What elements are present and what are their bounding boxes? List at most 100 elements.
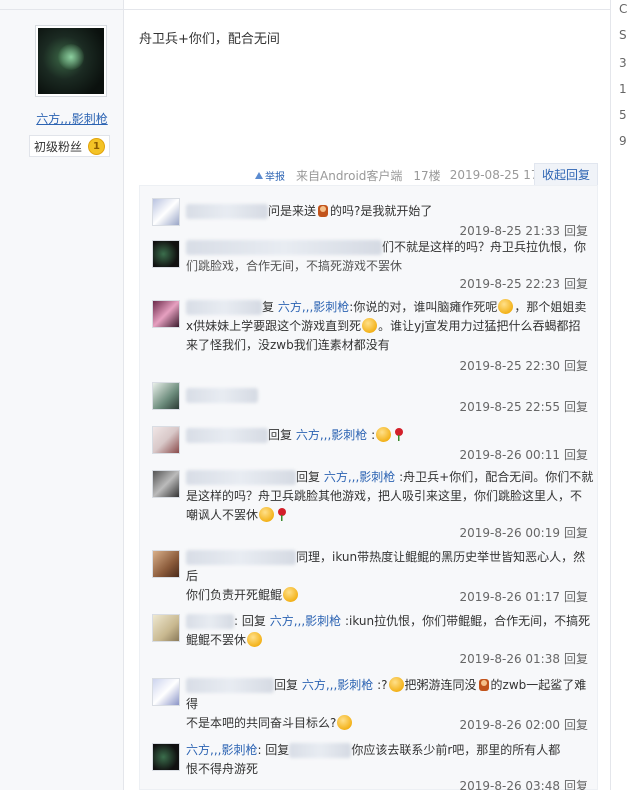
post-content: 舟卫兵+你们，配合无间 xyxy=(139,32,280,47)
smile-emoji-icon xyxy=(388,677,404,692)
smile-emoji-icon xyxy=(247,632,263,647)
smile-emoji-icon xyxy=(376,427,392,442)
list-item: 2019-8-25 22:55 回复 xyxy=(152,382,592,418)
reply-text: 回复 六方,,,影刺枪 :舟卫兵+你们，配合无间。你们不就 是这样的吗？舟卫兵跳… xyxy=(186,470,594,522)
divider xyxy=(124,9,610,10)
reply-meta: 2019-8-26 01:38 回复 xyxy=(459,650,588,667)
rose-emoji-icon xyxy=(275,507,288,522)
avatar[interactable] xyxy=(152,300,180,328)
avatar[interactable] xyxy=(152,426,180,454)
reply-meta: 2019-8-25 21:33 回复 xyxy=(459,222,588,239)
flag-emoji-icon xyxy=(316,203,330,218)
rose-emoji-icon xyxy=(392,427,405,442)
author-column: 六方,,,影刺枪 初级粉丝 1 xyxy=(0,0,124,790)
reply-author-link[interactable]: 六方,,,影刺枪 xyxy=(186,743,257,757)
sidebar-char: 9 xyxy=(619,134,627,148)
avatar[interactable] xyxy=(152,470,180,498)
reply-time: 2019-8-25 21:33 xyxy=(459,224,560,238)
list-item: 复 六方,,,影刺枪:你说的对，谁叫脑瘫作死呢 ，那个姐姐卖 x供妹妹上学要跟这个… xyxy=(152,298,592,378)
reply-meta: 2019-8-26 03:48 回复 xyxy=(459,777,588,790)
reply-button[interactable]: 回复 xyxy=(564,652,588,666)
warning-icon xyxy=(255,171,263,179)
avatar[interactable] xyxy=(152,678,180,706)
client-source: 来自Android客户端 xyxy=(296,168,403,183)
sidebar-char: 5 xyxy=(619,108,627,122)
smile-emoji-icon xyxy=(283,587,299,602)
username-blurred[interactable] xyxy=(186,550,296,565)
reply-meta: 2019-8-26 00:11 回复 xyxy=(459,446,588,463)
reply-time: 2019-8-25 22:23 xyxy=(459,277,560,291)
flag-emoji-icon xyxy=(477,677,491,692)
list-item: 回复 六方,,,影刺枪 : 2019-8-26 00:11 回复 xyxy=(152,426,592,462)
reply-time: 2019-8-26 03:48 xyxy=(459,779,560,790)
reply-target-link[interactable]: 六方,,,影刺枪 xyxy=(296,428,367,442)
smile-emoji-icon xyxy=(498,299,514,314)
list-item: : 回复 六方,,,影刺枪 :ikun拉仇恨，你们带鲲鲲，合作无间，不搞死 鲲鲲… xyxy=(152,612,592,668)
author-name-link[interactable]: 六方,,,影刺枪 xyxy=(0,110,144,127)
avatar[interactable] xyxy=(152,743,180,771)
collapse-replies-button[interactable]: 收起回复 xyxy=(534,163,598,185)
report-link[interactable]: 举报 xyxy=(255,168,285,183)
divider xyxy=(0,9,124,10)
reply-button[interactable]: 回复 xyxy=(564,359,588,373)
reply-meta: 2019-8-26 01:17 回复 xyxy=(459,588,588,605)
reply-time: 2019-8-26 01:38 xyxy=(459,652,560,666)
avatar[interactable] xyxy=(152,240,180,268)
smile-emoji-icon xyxy=(259,507,275,522)
smile-emoji-icon xyxy=(337,715,353,730)
avatar[interactable] xyxy=(152,550,180,578)
username-blurred[interactable] xyxy=(289,743,352,758)
right-sidebar-edge: C S 3 1 5 9 xyxy=(610,0,627,790)
reply-target-link[interactable]: 六方,,,影刺枪 xyxy=(324,470,395,484)
avatar[interactable] xyxy=(152,198,180,226)
username-blurred[interactable] xyxy=(186,678,274,693)
reply-text: 六方,,,影刺枪: 回复 你应该去联系少前r吧，那里的所有人都 恨不得舟游死 xyxy=(186,743,561,776)
username-blurred[interactable] xyxy=(186,470,296,485)
username-blurred[interactable] xyxy=(186,240,382,255)
reply-button[interactable]: 回复 xyxy=(564,779,588,790)
list-item: 回复 六方,,,影刺枪 :舟卫兵+你们，配合无间。你们不就 是这样的吗？舟卫兵跳… xyxy=(152,468,594,541)
sidebar-char: 1 xyxy=(619,82,627,96)
reply-text: 们不就是这样的吗？舟卫兵拉仇恨，你 们跳脸戏，合作无间，不搞死游戏不罢休 xyxy=(186,240,587,273)
username-blurred[interactable] xyxy=(186,300,262,315)
reply-target-link[interactable]: 六方,,,影刺枪 xyxy=(302,678,373,692)
sidebar-char: 3 xyxy=(619,56,627,70)
list-item: 回复 六方,,,影刺枪 :? 把粥游连同没 的zwb一起鲨了难得 不是本吧的共同奋斗… xyxy=(152,676,592,732)
fan-level-number: 1 xyxy=(88,137,106,155)
reply-time: 2019-8-26 02:00 xyxy=(459,718,560,732)
avatar[interactable] xyxy=(152,614,180,642)
username-blurred[interactable] xyxy=(186,428,268,443)
smile-emoji-icon xyxy=(362,318,378,333)
username-blurred[interactable] xyxy=(186,204,268,219)
sidebar-char: S xyxy=(619,28,627,42)
reply-text: 回复 六方,,,影刺枪 : xyxy=(186,426,594,445)
username-blurred[interactable] xyxy=(186,614,234,629)
reply-time: 2019-8-25 22:30 xyxy=(459,359,560,373)
reply-target-link[interactable]: 六方,,,影刺枪 xyxy=(278,300,349,314)
reply-button[interactable]: 回复 xyxy=(564,718,588,732)
reply-target-link[interactable]: 六方,,,影刺枪 xyxy=(270,614,341,628)
reply-text: 复 六方,,,影刺枪:你说的对，谁叫脑瘫作死呢 ，那个姐姐卖 x供妹妹上学要跟这个… xyxy=(186,299,587,352)
reply-meta: 2019-8-26 00:19 回复 xyxy=(459,524,588,541)
avatar[interactable] xyxy=(152,382,180,410)
reply-meta: 2019-8-25 22:23 回复 xyxy=(459,275,588,292)
fan-level-label: 初级粉丝 xyxy=(34,139,83,154)
reply-text: 问是来送 的吗?是我就开始了 xyxy=(186,202,594,221)
reply-meta: 2019-8-25 22:55 回复 xyxy=(459,398,588,415)
list-item: 们不就是这样的吗？舟卫兵拉仇恨，你 们跳脸戏，合作无间，不搞死游戏不罢休 201… xyxy=(152,238,592,292)
reply-time: 2019-8-25 22:55 xyxy=(459,400,560,414)
reply-text: : 回复 六方,,,影刺枪 :ikun拉仇恨，你们带鲲鲲，合作无间，不搞死 鲲鲲… xyxy=(186,614,591,647)
reply-button[interactable]: 回复 xyxy=(564,277,588,291)
reply-button[interactable]: 回复 xyxy=(564,400,588,414)
list-item: 六方,,,影刺枪: 回复 你应该去联系少前r吧，那里的所有人都 恨不得舟游死 20… xyxy=(152,741,592,790)
reply-time: 2019-8-26 00:19 xyxy=(459,526,560,540)
fan-level-badge[interactable]: 初级粉丝 1 xyxy=(29,135,111,157)
list-item: 同理，ikun带热度让鲲鲲的黑历史举世皆知恶心人，然后 你们负责开死鲲鲲 201… xyxy=(152,548,592,604)
username-blurred[interactable] xyxy=(186,388,258,403)
reply-button[interactable]: 回复 xyxy=(564,224,588,238)
author-avatar[interactable] xyxy=(35,25,107,97)
reply-meta: 2019-8-25 22:30 回复 xyxy=(459,357,588,374)
reply-button[interactable]: 回复 xyxy=(564,448,588,462)
reply-button[interactable]: 回复 xyxy=(564,526,588,540)
reply-button[interactable]: 回复 xyxy=(564,590,588,604)
